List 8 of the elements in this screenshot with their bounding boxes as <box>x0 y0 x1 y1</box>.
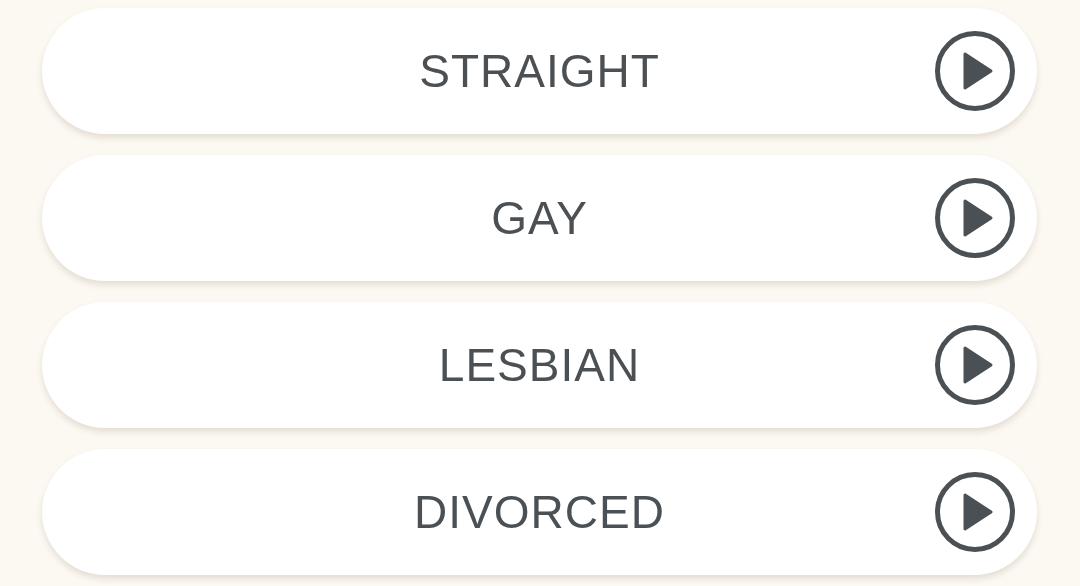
option-button[interactable]: STRAIGHT <box>42 8 1037 134</box>
play-icon <box>934 177 1016 259</box>
option-button[interactable]: LESBIAN <box>42 302 1037 428</box>
play-icon <box>934 30 1016 112</box>
play-icon <box>934 324 1016 406</box>
play-icon <box>934 471 1016 553</box>
option-button[interactable]: GAY <box>42 155 1037 281</box>
option-button[interactable]: DIVORCED <box>42 449 1037 575</box>
